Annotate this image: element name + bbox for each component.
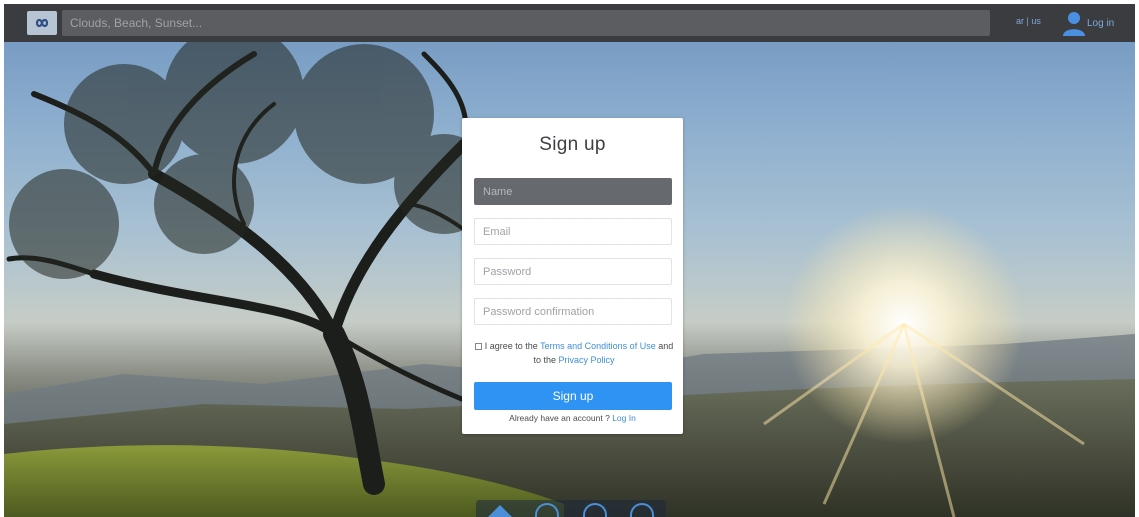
email-field (474, 218, 672, 245)
chat-icon[interactable] (630, 503, 655, 517)
top-bar: ar | us Log in (4, 4, 1135, 42)
password-field (474, 258, 672, 285)
signup-title: Sign up (539, 134, 606, 155)
terms-agreement: I agree to the Terms and Conditions of U… (474, 339, 674, 367)
bottom-nav-bar (476, 500, 666, 517)
password-input[interactable] (475, 259, 671, 284)
email-input[interactable] (475, 219, 671, 244)
already-have-account: Already have an account ? Log In (462, 413, 683, 423)
password-confirmation-field (474, 298, 672, 325)
explore-icon[interactable] (535, 503, 560, 517)
terms-checkbox[interactable] (474, 343, 482, 350)
app-logo-icon[interactable] (27, 11, 57, 35)
signup-card: Sign up I agree to the Terms and Conditi… (462, 118, 683, 434)
home-icon[interactable] (487, 505, 512, 517)
infinity-icon (35, 18, 49, 28)
language-switcher[interactable]: ar | us (1016, 16, 1041, 26)
language-label: ar | us (1016, 16, 1041, 26)
mail-icon[interactable] (582, 503, 607, 517)
app-window: ar | us Log in Sign up I agree to the Te… (4, 4, 1135, 517)
header-login-label: Log in (1087, 17, 1115, 29)
signup-button[interactable]: Sign up (474, 382, 672, 410)
login-link[interactable]: Log In (612, 413, 636, 423)
already-text: Already have an account ? (509, 413, 610, 423)
privacy-policy-link[interactable]: Privacy Policy (559, 355, 615, 365)
agree-prefix-text: I agree to the (484, 341, 538, 351)
search-bar (62, 10, 990, 36)
terms-link[interactable]: Terms and Conditions of Use (540, 341, 656, 351)
user-icon (1063, 12, 1085, 36)
name-input[interactable] (475, 179, 671, 204)
name-field (474, 178, 672, 205)
password-confirmation-input[interactable] (475, 299, 671, 324)
header-login-link[interactable]: Log in (1062, 10, 1114, 36)
search-input[interactable] (62, 10, 990, 36)
